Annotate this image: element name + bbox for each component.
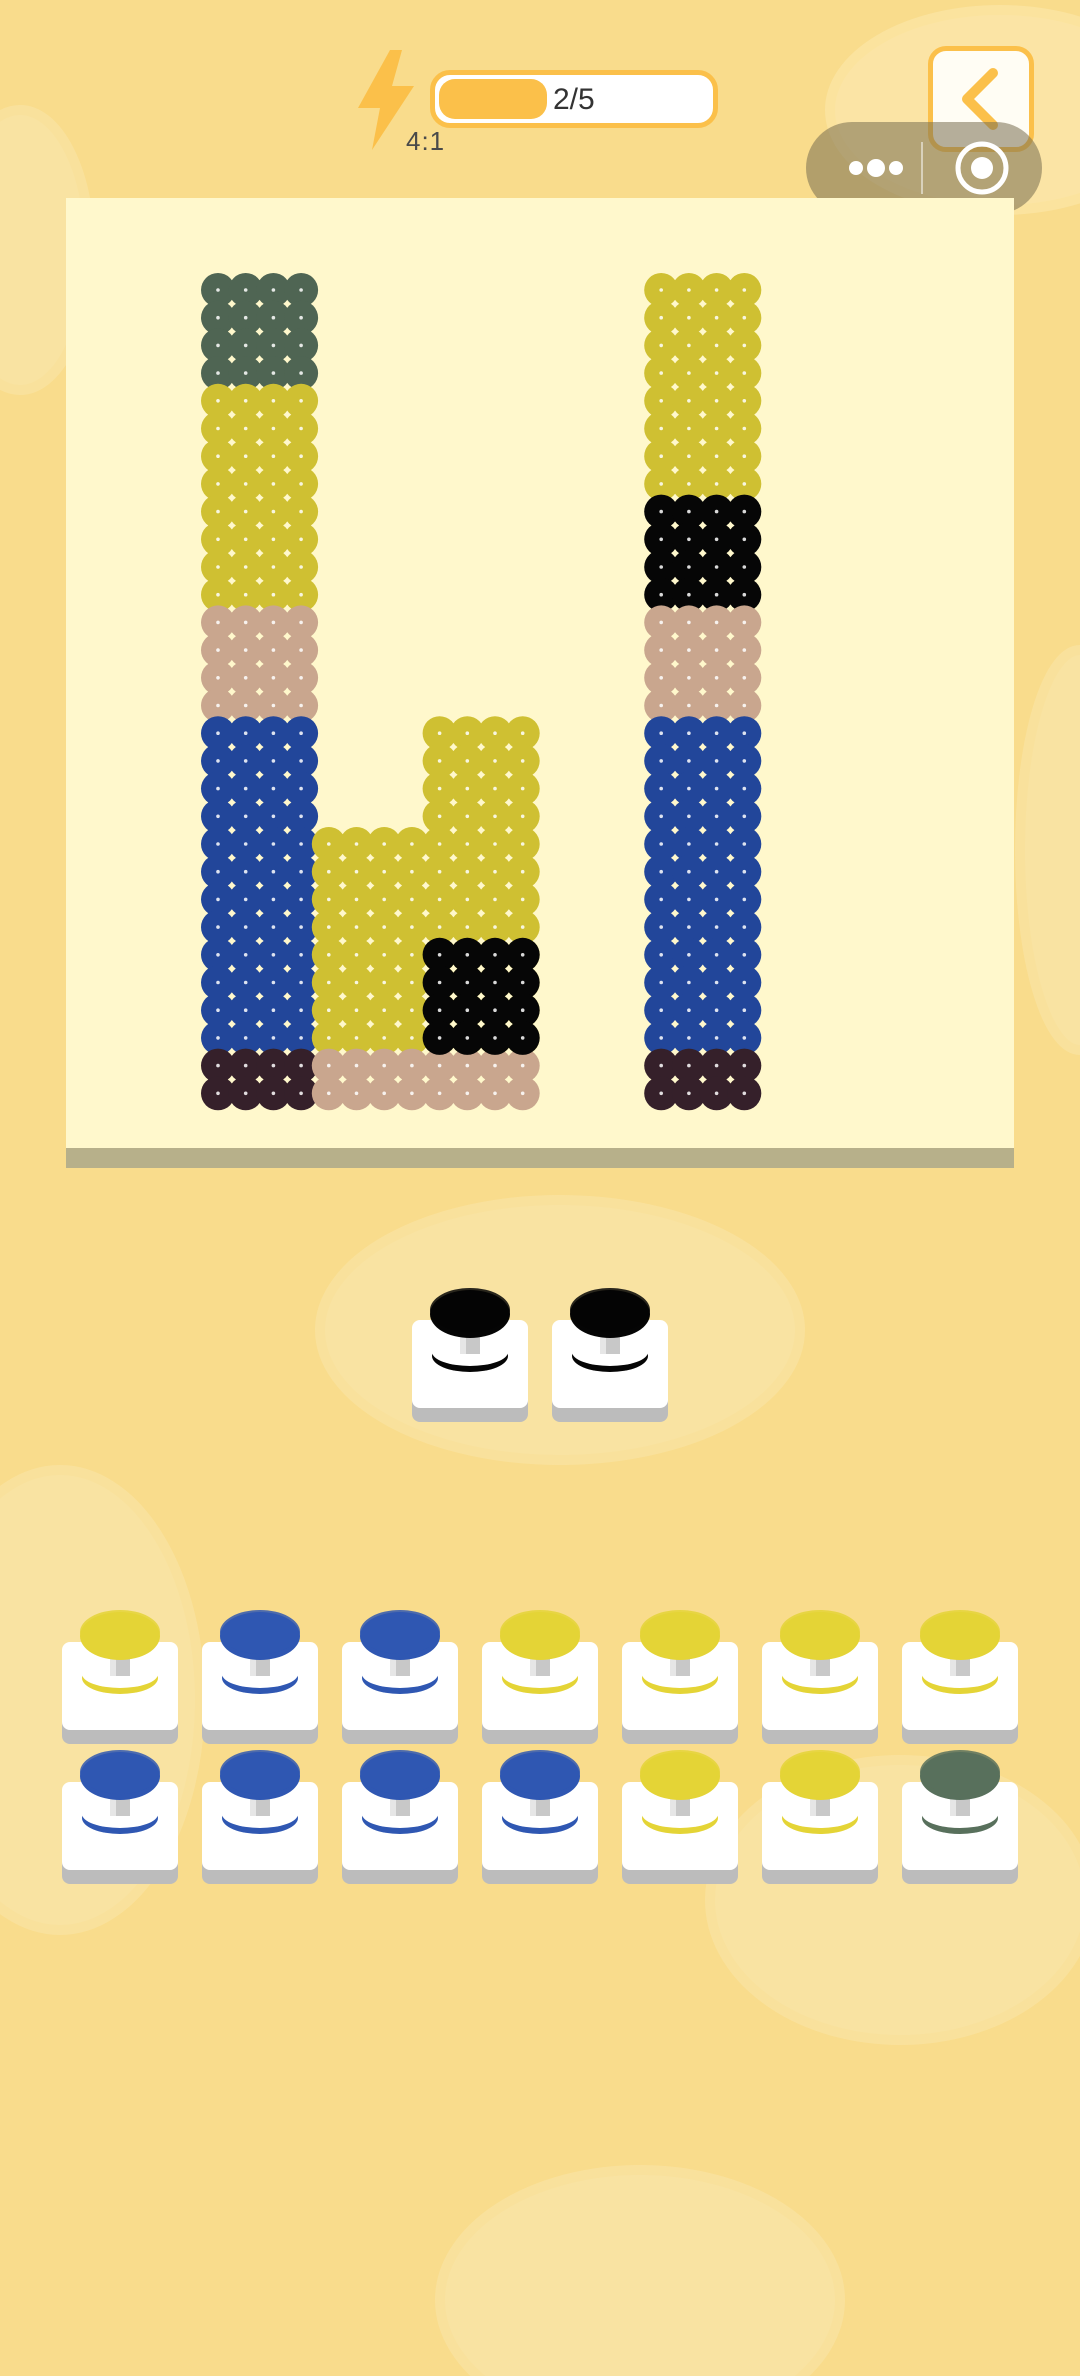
spool-icon — [202, 1610, 318, 1744]
spool-icon — [622, 1610, 738, 1744]
spool-icon — [482, 1750, 598, 1884]
spool[interactable] — [340, 1600, 460, 1750]
spool[interactable] — [340, 1740, 460, 1890]
spool[interactable] — [900, 1740, 1020, 1890]
spool[interactable] — [760, 1740, 880, 1890]
spool-icon — [902, 1610, 1018, 1744]
spool-icon — [62, 1750, 178, 1884]
spool-icon — [412, 1288, 528, 1422]
spool[interactable] — [900, 1600, 1020, 1750]
spool-icon — [342, 1610, 458, 1744]
spool[interactable] — [200, 1740, 320, 1890]
spool[interactable] — [480, 1600, 600, 1750]
spool-icon — [342, 1750, 458, 1884]
spool-icon — [552, 1288, 668, 1422]
spool[interactable] — [760, 1600, 880, 1750]
spool-icon — [622, 1750, 738, 1884]
spool-icon — [902, 1750, 1018, 1884]
bead-pattern — [201, 273, 762, 1111]
queue-spool[interactable] — [550, 1278, 670, 1428]
spool[interactable] — [480, 1740, 600, 1890]
spool-icon — [202, 1750, 318, 1884]
spool[interactable] — [200, 1600, 320, 1750]
spool-icon — [762, 1610, 878, 1744]
spool-icon — [62, 1610, 178, 1744]
queue-spool[interactable] — [410, 1278, 530, 1428]
spool[interactable] — [620, 1740, 740, 1890]
spool[interactable] — [620, 1600, 740, 1750]
spool[interactable] — [60, 1740, 180, 1890]
spool-icon — [762, 1750, 878, 1884]
spool-icon — [482, 1610, 598, 1744]
spool[interactable] — [60, 1600, 180, 1750]
